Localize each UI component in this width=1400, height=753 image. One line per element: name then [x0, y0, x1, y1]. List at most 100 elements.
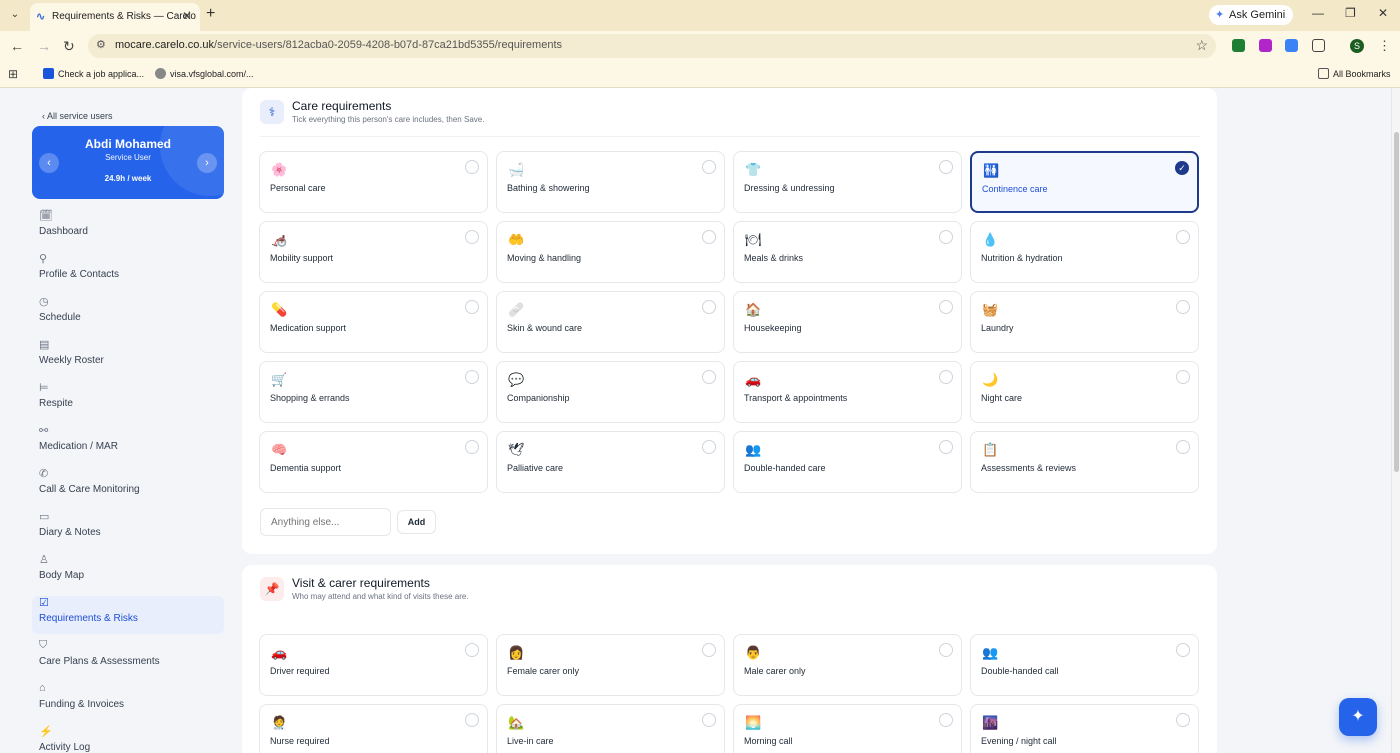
requirement-card-meals-and-drinks[interactable]: 🍽 Meals & drinks — [733, 221, 962, 283]
checkbox[interactable] — [939, 643, 953, 657]
requirement-card-evening-night-call[interactable]: 🌆 Evening / night call — [970, 704, 1199, 753]
minimize-icon[interactable]: — — [1312, 6, 1324, 20]
requirement-card-assessments-and-reviews[interactable]: 📋 Assessments & reviews — [970, 431, 1199, 493]
requirement-card-night-care[interactable]: 🌙 Night care — [970, 361, 1199, 423]
extensions-puzzle-icon[interactable] — [1312, 39, 1325, 52]
extension-icon[interactable] — [1259, 39, 1272, 52]
checkbox[interactable] — [939, 300, 953, 314]
checkbox[interactable] — [465, 300, 479, 314]
sidebar-item-weekly-roster[interactable]: ▤ Weekly Roster — [32, 338, 224, 376]
bookmark-item[interactable]: Check a job applica... — [43, 68, 144, 79]
next-user-button[interactable]: › — [197, 153, 217, 173]
close-tab-icon[interactable]: ✕ — [182, 9, 192, 23]
page-scrollbar[interactable] — [1391, 88, 1400, 753]
browser-menu-icon[interactable]: ⋮ — [1378, 38, 1391, 54]
all-bookmarks[interactable]: All Bookmarks — [1318, 68, 1391, 79]
checkbox[interactable] — [939, 440, 953, 454]
checkbox[interactable] — [465, 643, 479, 657]
sidebar-item-call-and-care-monitoring[interactable]: ✆ Call & Care Monitoring — [32, 467, 224, 505]
bookmark-star-icon[interactable]: ☆ — [1195, 37, 1208, 54]
add-requirement-button[interactable]: Add — [397, 510, 436, 534]
scrollbar-thumb[interactable] — [1394, 132, 1399, 472]
checkbox[interactable] — [1176, 230, 1190, 244]
sidebar-item-requirements-and-risks[interactable]: ☑ Requirements & Risks — [32, 596, 224, 634]
back-icon[interactable]: ← — [10, 38, 24, 54]
checkbox[interactable] — [939, 160, 953, 174]
sidebar-item-profile-and-contacts[interactable]: ⚲ Profile & Contacts — [32, 252, 224, 290]
checkbox[interactable] — [1176, 370, 1190, 384]
sidebar-item-respite[interactable]: ⊨ Respite — [32, 381, 224, 419]
sidebar-item-body-map[interactable]: ♙ Body Map — [32, 553, 224, 591]
checkbox[interactable] — [702, 230, 716, 244]
requirement-card-personal-care[interactable]: 🌸 Personal care — [259, 151, 488, 213]
requirement-card-double-handed-call[interactable]: 👥 Double-handed call — [970, 634, 1199, 696]
back-to-service-users-link[interactable]: ‹ All service users — [42, 111, 113, 121]
address-bar[interactable]: ⚙ mocare.carelo.co.uk/service-users/812a… — [88, 34, 1216, 58]
sidebar-item-schedule[interactable]: ◷ Schedule — [32, 295, 224, 333]
checkbox[interactable] — [939, 713, 953, 727]
checkbox[interactable] — [939, 230, 953, 244]
reload-icon[interactable]: ↻ — [63, 38, 75, 55]
requirement-card-live-in-care[interactable]: 🏡 Live-in care — [496, 704, 725, 753]
requirement-card-female-carer-only[interactable]: 👩 Female carer only — [496, 634, 725, 696]
checkbox[interactable] — [702, 370, 716, 384]
checkbox[interactable] — [1176, 713, 1190, 727]
ask-gemini-button[interactable]: ✦ Ask Gemini — [1209, 5, 1294, 25]
requirement-card-driver-required[interactable]: 🚗 Driver required — [259, 634, 488, 696]
checkbox[interactable] — [465, 160, 479, 174]
checkbox[interactable] — [702, 713, 716, 727]
extension-icon[interactable] — [1285, 39, 1298, 52]
checkbox[interactable] — [702, 160, 716, 174]
profile-avatar[interactable]: S — [1350, 39, 1364, 53]
requirement-card-housekeeping[interactable]: 🏠 Housekeeping — [733, 291, 962, 353]
requirement-card-companionship[interactable]: 💬 Companionship — [496, 361, 725, 423]
sidebar-item-care-plans-and-assessments[interactable]: ⛉ Care Plans & Assessments — [32, 639, 224, 677]
checked-checkbox[interactable]: ✓ — [1175, 161, 1189, 175]
requirement-card-medication-support[interactable]: 💊 Medication support — [259, 291, 488, 353]
requirement-card-mobility-support[interactable]: 🦽 Mobility support — [259, 221, 488, 283]
bookmark-item[interactable]: visa.vfsglobal.com/... — [155, 68, 254, 79]
requirement-card-continence-care[interactable]: 🚻 Continence care ✓ — [970, 151, 1199, 213]
checkbox[interactable] — [465, 230, 479, 244]
requirement-card-morning-call[interactable]: 🌅 Morning call — [733, 704, 962, 753]
requirement-card-moving-and-handling[interactable]: 🤲 Moving & handling — [496, 221, 725, 283]
requirement-card-dressing-and-undressing[interactable]: 👕 Dressing & undressing — [733, 151, 962, 213]
forward-icon[interactable]: → — [37, 38, 51, 54]
requirement-card-nurse-required[interactable]: 🧑‍⚕️ Nurse required — [259, 704, 488, 753]
restore-icon[interactable]: ❐ — [1345, 6, 1356, 20]
checkbox[interactable] — [702, 440, 716, 454]
requirement-card-nutrition-and-hydration[interactable]: 💧 Nutrition & hydration — [970, 221, 1199, 283]
requirement-card-shopping-and-errands[interactable]: 🛒 Shopping & errands — [259, 361, 488, 423]
sidebar-item-diary-and-notes[interactable]: ▭ Diary & Notes — [32, 510, 224, 548]
checkbox[interactable] — [702, 300, 716, 314]
tab-search-icon[interactable]: ⌄ — [6, 6, 24, 24]
requirement-card-palliative-care[interactable]: 🕊 Palliative care — [496, 431, 725, 493]
requirement-card-skin-and-wound-care[interactable]: 🩹 Skin & wound care — [496, 291, 725, 353]
sidebar-item-funding-and-invoices[interactable]: ⌂ Funding & Invoices — [32, 682, 224, 720]
apps-grid-icon[interactable]: ⊞ — [8, 67, 18, 81]
checkbox[interactable] — [465, 713, 479, 727]
checkbox[interactable] — [1176, 643, 1190, 657]
new-tab-icon[interactable]: + — [206, 5, 215, 23]
close-window-icon[interactable]: ✕ — [1378, 6, 1388, 20]
sidebar-item-activity-log[interactable]: ⚡ Activity Log — [32, 725, 224, 753]
requirement-card-transport-and-appointments[interactable]: 🚗 Transport & appointments — [733, 361, 962, 423]
assistant-sparkle-button[interactable]: ✦ — [1339, 698, 1377, 736]
checkbox[interactable] — [1176, 440, 1190, 454]
requirement-card-bathing-and-showering[interactable]: 🛁 Bathing & showering — [496, 151, 725, 213]
checkbox[interactable] — [702, 643, 716, 657]
checkbox[interactable] — [939, 370, 953, 384]
requirement-card-laundry[interactable]: 🧺 Laundry — [970, 291, 1199, 353]
checkbox[interactable] — [1176, 300, 1190, 314]
requirement-card-dementia-support[interactable]: 🧠 Dementia support — [259, 431, 488, 493]
sidebar-item-medication-mar[interactable]: ⚯ Medication / MAR — [32, 424, 224, 462]
requirement-card-double-handed-care[interactable]: 👥 Double-handed care — [733, 431, 962, 493]
anything-else-input[interactable] — [260, 508, 391, 536]
requirement-card-male-carer-only[interactable]: 👨 Male carer only — [733, 634, 962, 696]
download-extension-icon[interactable] — [1232, 39, 1245, 52]
checkbox[interactable] — [465, 440, 479, 454]
sidebar-item-dashboard[interactable]: 🗓 Dashboard — [32, 209, 224, 247]
checkbox[interactable] — [465, 370, 479, 384]
site-info-icon[interactable]: ⚙ — [96, 38, 106, 51]
browser-tab[interactable]: ∿ Requirements & Risks — Carelo ✕ — [30, 3, 200, 31]
